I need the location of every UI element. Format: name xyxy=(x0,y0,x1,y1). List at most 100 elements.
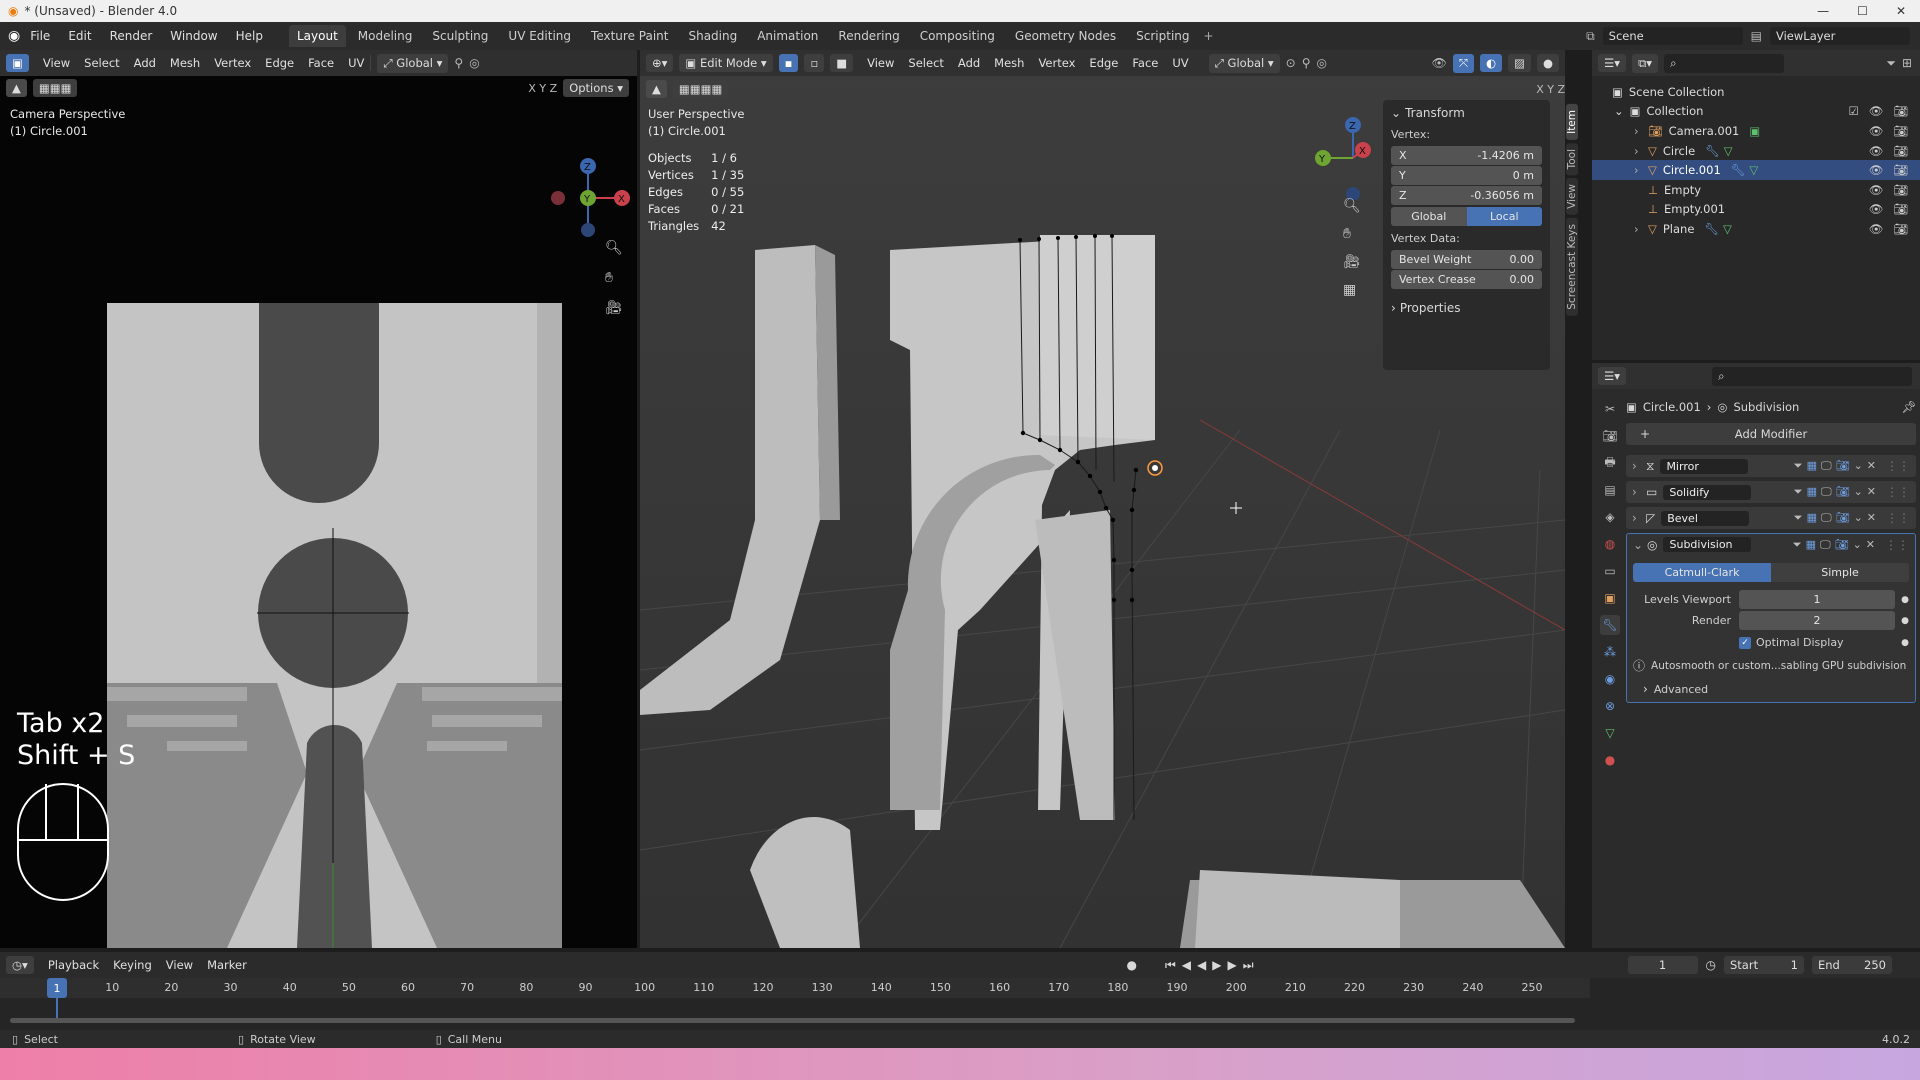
camera-render-icon[interactable]: 📷︎ xyxy=(1893,104,1908,118)
add-modifier-button[interactable]: + Add Modifier xyxy=(1626,423,1916,445)
tab-layout[interactable]: Layout xyxy=(288,25,346,47)
dropdown-icon[interactable]: ⌄ xyxy=(1854,485,1863,499)
modifier-wrench-icon[interactable]: 🔧︎ xyxy=(1704,222,1719,236)
outliner-item-plane[interactable]: › ▽ Plane 🔧︎ ▽ 👁︎ 📷︎ xyxy=(1592,219,1920,239)
checkbox-icon[interactable]: ☑ xyxy=(1848,104,1858,118)
select-tool-icon[interactable]: ▲ xyxy=(646,80,667,98)
remove-icon[interactable]: ✕ xyxy=(1867,459,1876,473)
mesh-data-icon[interactable]: ▽ xyxy=(1600,723,1620,743)
tab-uv-editing[interactable]: UV Editing xyxy=(500,25,579,47)
eye-icon[interactable]: 👁︎ xyxy=(1869,222,1884,236)
menu-edit[interactable]: Edit xyxy=(68,29,91,43)
orientation-dropdown[interactable]: ⤢ Global ▾ xyxy=(377,53,449,73)
zoom-icon[interactable]: 🔍︎ xyxy=(1343,198,1361,214)
optimal-display-checkbox[interactable]: ✓ Optimal Display ● xyxy=(1633,636,1909,649)
header-menu-edge[interactable]: Edge xyxy=(265,56,294,70)
eye-icon[interactable]: 👁︎ xyxy=(1869,144,1884,158)
camera-render-icon[interactable]: 📷︎ xyxy=(1893,124,1908,138)
modifier-name[interactable]: Solidify xyxy=(1663,484,1752,500)
modifier-name[interactable]: Bevel xyxy=(1661,510,1750,526)
editmode-icon[interactable]: ⏷ xyxy=(1794,459,1803,473)
header-menu-add[interactable]: Add xyxy=(958,56,980,70)
camera-render-icon[interactable]: 📷︎ xyxy=(1893,144,1908,158)
tab-texture-paint[interactable]: Texture Paint xyxy=(583,25,676,47)
start-frame-field[interactable]: Start 1 xyxy=(1724,956,1804,974)
tab-animation[interactable]: Animation xyxy=(749,25,826,47)
viewport-display-icon[interactable]: 🖵︎ xyxy=(1821,511,1832,525)
vertex-x-field[interactable]: X -1.4206 m xyxy=(1391,146,1542,165)
header-menu-edge[interactable]: Edge xyxy=(1089,56,1118,70)
eye-icon[interactable]: 👁︎ xyxy=(1869,124,1884,138)
chevron-right-icon[interactable]: › xyxy=(1632,459,1640,473)
add-workspace-icon[interactable]: + xyxy=(1204,29,1214,43)
render-icon[interactable]: 📷︎ xyxy=(1600,426,1620,446)
render-camera-icon[interactable]: 📷︎ xyxy=(1835,538,1849,552)
timeline-menu-marker[interactable]: Marker xyxy=(207,958,247,972)
render-camera-icon[interactable]: 📷︎ xyxy=(1836,459,1850,473)
record-icon[interactable]: ● xyxy=(1127,958,1137,972)
modifier-name[interactable]: Subdivision xyxy=(1663,537,1752,552)
simple-toggle[interactable]: Simple xyxy=(1771,563,1909,582)
gizmo-toggle-icon[interactable]: ⤧ xyxy=(1452,53,1475,73)
header-menu-mesh[interactable]: Mesh xyxy=(994,56,1024,70)
timeline-ruler[interactable]: 10 20 30 40 50 60 70 80 90 100 110 120 130 140 150 160 1… xyxy=(0,978,1590,998)
cage-icon[interactable]: ▦ xyxy=(1807,511,1817,525)
chevron-down-icon[interactable]: ⌄ xyxy=(1633,538,1643,552)
particles-icon[interactable]: ⁂ xyxy=(1600,642,1620,662)
header-menu-view[interactable]: View xyxy=(43,56,70,70)
header-menu-uv[interactable]: UV xyxy=(1172,56,1188,70)
tab-scripting[interactable]: Scripting xyxy=(1128,25,1197,47)
axis-toggles[interactable]: X Y Z xyxy=(1536,83,1565,96)
eye-icon[interactable]: 👁︎ xyxy=(1869,183,1884,197)
perspective-grid-icon[interactable]: ▦ xyxy=(1343,282,1361,298)
tab-sculpting[interactable]: Sculpting xyxy=(424,25,496,47)
minimize-icon[interactable]: — xyxy=(1817,4,1829,18)
mesh-data-icon[interactable]: ▽ xyxy=(1749,163,1758,177)
shading-solid-icon[interactable]: ● xyxy=(1536,54,1559,72)
sidebar-tab-screencast-keys[interactable]: Screencast Keys xyxy=(1566,218,1578,316)
playback-controls[interactable]: ⏮◀◀▶▶⏭ xyxy=(1165,958,1260,973)
remove-icon[interactable]: ✕ xyxy=(1867,511,1876,525)
timeline-menu-playback[interactable]: Playback xyxy=(48,958,99,972)
levels-viewport-field[interactable]: 1 xyxy=(1739,590,1895,609)
menu-window[interactable]: Window xyxy=(170,29,217,43)
timeline-menu-keying[interactable]: Keying xyxy=(113,958,152,972)
tab-rendering[interactable]: Rendering xyxy=(830,25,907,47)
camera-icon[interactable]: 🎥︎ xyxy=(605,300,623,316)
render-camera-icon[interactable]: 📷︎ xyxy=(1836,485,1850,499)
header-menu-select[interactable]: Select xyxy=(908,56,943,70)
editor-type-icon[interactable]: ▣ xyxy=(6,54,29,72)
collection-icon[interactable]: ▭ xyxy=(1600,561,1620,581)
editmode-icon[interactable]: ⏷ xyxy=(1794,511,1803,525)
sidebar-tab-view[interactable]: View xyxy=(1566,178,1578,216)
pan-hand-icon[interactable]: ✋︎ xyxy=(1343,226,1361,242)
close-icon[interactable]: ✕ xyxy=(1896,4,1906,18)
scene-selector[interactable]: Scene xyxy=(1602,27,1743,45)
tab-modeling[interactable]: Modeling xyxy=(350,25,421,47)
visibility-icon[interactable]: 👁︎ xyxy=(1432,56,1447,70)
properties-section-header[interactable]: › Properties xyxy=(1391,301,1542,315)
cage-icon[interactable]: ▦ xyxy=(1807,459,1817,473)
chevron-right-icon[interactable]: › xyxy=(1634,144,1648,158)
drag-handle-icon[interactable]: ⋮⋮ xyxy=(1886,485,1910,499)
modifier-wrench-icon[interactable]: 🔧︎ xyxy=(1600,615,1620,635)
drag-handle-icon[interactable]: ⋮⋮ xyxy=(1886,459,1910,473)
modifier-solidify[interactable]: › ▭ Solidify ⏷ ▦ 🖵︎ 📷︎ ⌄ ✕ ⋮⋮ xyxy=(1626,481,1916,503)
playhead[interactable]: 1 xyxy=(47,978,67,998)
viewport-display-icon[interactable]: 🖵︎ xyxy=(1821,485,1832,499)
remove-icon[interactable]: ✕ xyxy=(1866,538,1875,552)
pan-hand-icon[interactable]: ✋︎ xyxy=(605,270,623,286)
face-select-icon[interactable]: ■ xyxy=(830,54,854,72)
camera-icon[interactable]: 🎥︎ xyxy=(1343,254,1361,270)
cage-icon[interactable]: ▦ xyxy=(1806,538,1816,552)
current-frame-field[interactable]: 1 xyxy=(1627,956,1698,974)
editmode-icon[interactable]: ⏷ xyxy=(1793,538,1802,552)
end-frame-field[interactable]: End 250 xyxy=(1812,956,1892,974)
keyframe-dot-icon[interactable]: ● xyxy=(1895,595,1909,605)
render-levels-field[interactable]: 2 xyxy=(1739,611,1895,630)
outliner-item-empty[interactable]: ⊥ Empty 👁︎ 📷︎ xyxy=(1592,180,1920,200)
tab-shading[interactable]: Shading xyxy=(680,25,745,47)
timeline-menu-view[interactable]: View xyxy=(166,958,193,972)
axis-toggles[interactable]: X Y Z xyxy=(528,82,557,95)
viewport-display-icon[interactable]: 🖵︎ xyxy=(1821,459,1832,473)
